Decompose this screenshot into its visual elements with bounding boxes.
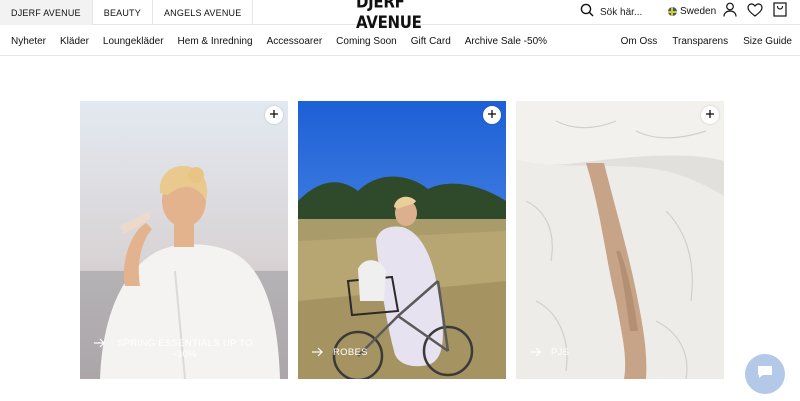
brand-tab-djerf-avenue[interactable]: DJERF AVENUE [0, 0, 93, 25]
account-button[interactable] [721, 2, 739, 22]
add-button[interactable] [701, 106, 719, 124]
wishlist-button[interactable] [746, 2, 764, 22]
sweden-flag-icon [668, 7, 677, 16]
nav-item-accessoarer[interactable]: Accessoarer [267, 36, 323, 47]
brand-tabs: DJERF AVENUE BEAUTY ANGELS AVENUE [0, 0, 254, 25]
category-card-robes[interactable]: ROBES [298, 101, 506, 379]
arrow-right-icon [311, 347, 323, 360]
card-caption-text: SPRING ESSENTIALS UP TO -30% [117, 338, 253, 360]
nav-item-archive-sale[interactable]: Archive Sale -50% [465, 36, 547, 47]
nav-info: Om Oss Transparens Size Guide [606, 26, 792, 56]
nav-item-transparens[interactable]: Transparens [672, 36, 728, 47]
brand-tab-angels-avenue[interactable]: ANGELS AVENUE [153, 0, 254, 25]
site-logo[interactable]: DJERF AVENUE [356, 0, 434, 33]
arrow-right-icon [93, 338, 105, 351]
add-button[interactable] [483, 106, 501, 124]
nav-item-hem-inredning[interactable]: Hem & Inredning [178, 36, 253, 47]
brand-tab-beauty[interactable]: BEAUTY [93, 0, 153, 25]
nav-item-gift-card[interactable]: Gift Card [411, 36, 451, 47]
country-selector[interactable]: Sweden [668, 6, 716, 17]
user-icon [723, 2, 737, 22]
plus-icon [269, 106, 279, 124]
card-caption: PJS [529, 347, 569, 360]
card-caption: SPRING ESSENTIALS UP TO -30% [93, 338, 255, 360]
bag-icon [773, 2, 787, 22]
nav-item-klader[interactable]: Kläder [60, 36, 89, 47]
nav-categories: Nyheter Kläder Loungekläder Hem & Inredn… [11, 26, 561, 56]
country-label: Sweden [680, 6, 717, 17]
card-caption-text: PJS [551, 347, 570, 358]
search-icon [580, 3, 594, 22]
nav-item-om-oss[interactable]: Om Oss [621, 36, 658, 47]
nav-item-size-guide[interactable]: Size Guide [743, 36, 792, 47]
robes-photo [298, 101, 506, 379]
chat-button[interactable] [745, 354, 785, 394]
plus-icon [487, 106, 497, 124]
category-card-spring-essentials[interactable]: SPRING ESSENTIALS UP TO -30% [80, 101, 288, 379]
nav-item-loungeklader[interactable]: Loungekläder [103, 36, 164, 47]
heart-icon [747, 2, 763, 22]
card-caption: ROBES [311, 347, 368, 360]
main-nav: Nyheter Kläder Loungekläder Hem & Inredn… [0, 26, 800, 56]
nav-item-nyheter[interactable]: Nyheter [11, 36, 46, 47]
add-button[interactable] [265, 106, 283, 124]
chat-icon [756, 364, 774, 385]
cart-button[interactable] [771, 2, 789, 22]
card-caption-text: ROBES [333, 347, 368, 358]
plus-icon [705, 106, 715, 124]
top-bar: DJERF AVENUE BEAUTY ANGELS AVENUE DJERF … [0, 0, 800, 33]
category-card-pjs[interactable]: PJS [516, 101, 724, 379]
nav-item-coming-soon[interactable]: Coming Soon [336, 36, 397, 47]
pjs-photo [516, 101, 724, 379]
arrow-right-icon [529, 347, 541, 360]
search-input[interactable]: Sök här... [600, 7, 642, 18]
search-box[interactable]: Sök här... [580, 3, 642, 22]
